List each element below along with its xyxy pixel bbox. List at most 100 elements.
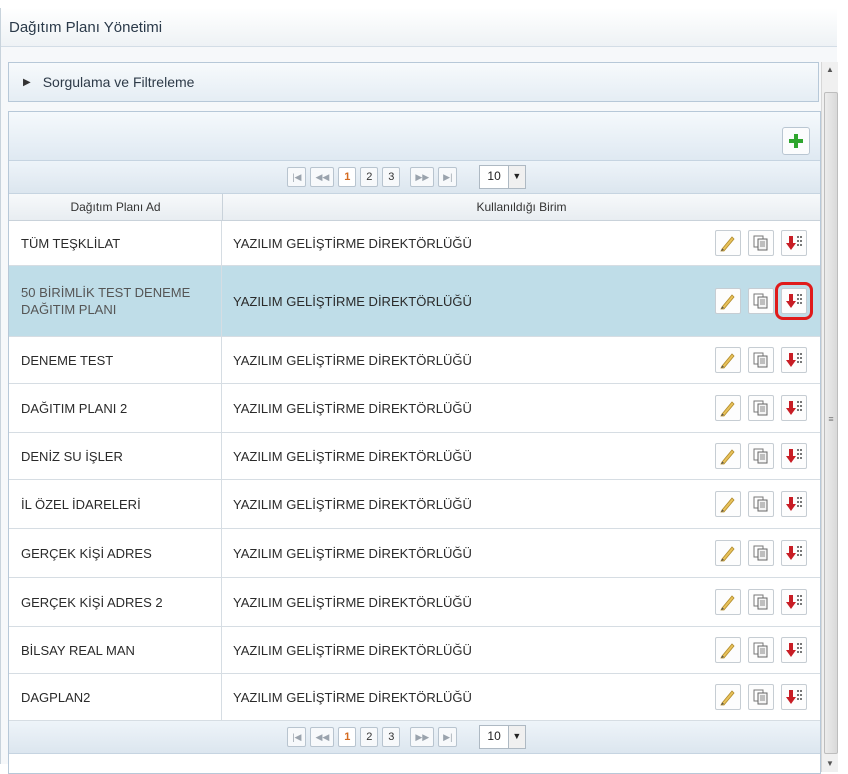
edit-button[interactable] — [715, 443, 741, 469]
table-row[interactable]: TÜM TEŞKLİLAT YAZILIM GELİŞTİRME DİREKTÖR… — [9, 221, 820, 266]
window-title: Dağıtım Planı Yönetimi — [1, 8, 837, 47]
page-size-select[interactable]: 10 ▼ — [479, 725, 526, 749]
sort-down-icon — [786, 546, 802, 560]
table-row[interactable]: DAGPLAN2 YAZILIM GELİŞTİRME DİREKTÖRLÜĞÜ — [9, 674, 820, 721]
row-unit-cell: YAZILIM GELİŞTİRME DİREKTÖRLÜĞÜ — [222, 674, 820, 720]
page-3-button[interactable]: 3 — [382, 167, 401, 187]
pencil-icon — [720, 449, 735, 465]
copy-icon — [753, 594, 768, 610]
scroll-down-icon[interactable]: ▼ — [822, 756, 838, 772]
copy-icon — [753, 293, 768, 309]
first-page-button[interactable]: |◀ — [287, 167, 307, 187]
copy-button[interactable] — [748, 395, 774, 421]
last-page-button[interactable]: ▶| — [438, 167, 458, 187]
prev-page-button[interactable]: ◀◀ — [310, 167, 335, 187]
dropdown-arrow-icon[interactable]: ▼ — [507, 726, 525, 748]
row-unit-name: YAZILIM GELİŞTİRME DİREKTÖRLÜĞÜ — [233, 642, 472, 658]
table-row[interactable]: 50 BİRİMLİK TEST DENEME DAĞITIM PLANI YAZ… — [9, 266, 820, 337]
scroll-thumb[interactable]: ≡ — [824, 92, 838, 754]
row-plan-name: 50 BİRİMLİK TEST DENEME DAĞITIM PLANI — [9, 266, 222, 336]
edit-button[interactable] — [715, 684, 741, 710]
next-page-button[interactable]: ▶▶ — [410, 167, 435, 187]
edit-button[interactable] — [715, 288, 741, 314]
row-plan-name: DAĞITIM PLANI 2 — [9, 384, 222, 432]
row-unit-cell: YAZILIM GELİŞTİRME DİREKTÖRLÜĞÜ — [222, 529, 820, 577]
pencil-icon — [720, 353, 735, 369]
copy-button[interactable] — [748, 540, 774, 566]
prev-page-button[interactable]: ◀◀ — [310, 727, 335, 747]
vertical-scrollbar[interactable]: ▲ ≡ ▼ — [821, 62, 838, 772]
order-units-button[interactable] — [781, 684, 807, 710]
copy-button[interactable] — [748, 637, 774, 663]
order-units-button[interactable] — [781, 347, 807, 373]
column-header-unit[interactable]: Kullanıldığı Birim — [223, 194, 820, 220]
row-actions — [715, 443, 820, 469]
last-page-button[interactable]: ▶| — [438, 727, 458, 747]
row-unit-name: YAZILIM GELİŞTİRME DİREKTÖRLÜĞÜ — [233, 689, 472, 705]
copy-button[interactable] — [748, 230, 774, 256]
edit-button[interactable] — [715, 540, 741, 566]
row-plan-name: DENİZ SU İŞLER — [9, 433, 222, 479]
order-units-button[interactable] — [781, 443, 807, 469]
edit-button[interactable] — [715, 637, 741, 663]
copy-button[interactable] — [748, 589, 774, 615]
edit-button[interactable] — [715, 589, 741, 615]
row-plan-name: TÜM TEŞKLİLAT — [9, 221, 222, 265]
copy-icon — [753, 448, 768, 464]
row-unit-cell: YAZILIM GELİŞTİRME DİREKTÖRLÜĞÜ — [222, 337, 820, 383]
page-size-value: 10 — [487, 729, 501, 743]
sort-down-icon — [786, 690, 802, 704]
expand-triangle-icon[interactable]: ▶ — [23, 77, 31, 88]
table-row[interactable]: İL ÖZEL İDARELERİ YAZILIM GELİŞTİRME DİRE… — [9, 480, 820, 529]
edit-button[interactable] — [715, 491, 741, 517]
copy-button[interactable] — [748, 347, 774, 373]
next-page-button[interactable]: ▶▶ — [410, 727, 435, 747]
edit-button[interactable] — [715, 395, 741, 421]
row-actions — [715, 347, 820, 373]
page-size-select[interactable]: 10 ▼ — [479, 165, 526, 189]
order-units-button[interactable] — [781, 395, 807, 421]
page-1-button[interactable]: 1 — [338, 167, 357, 187]
dropdown-arrow-icon[interactable]: ▼ — [507, 166, 525, 188]
order-units-button[interactable] — [781, 589, 807, 615]
table-row[interactable]: GERÇEK KİŞİ ADRES YAZILIM GELİŞTİRME DİRE… — [9, 529, 820, 578]
sort-down-icon — [786, 294, 802, 308]
table-row[interactable]: DENİZ SU İŞLER YAZILIM GELİŞTİRME DİREKTÖ… — [9, 433, 820, 480]
add-button[interactable] — [782, 127, 810, 155]
row-unit-name: YAZILIM GELİŞTİRME DİREKTÖRLÜĞÜ — [233, 594, 472, 610]
order-units-button[interactable] — [781, 637, 807, 663]
table-header: Dağıtım Planı Ad Kullanıldığı Birim — [9, 194, 820, 221]
bottom-pager: |◀ ◀◀ 1 2 3 ▶▶ ▶| 10 ▼ — [9, 721, 820, 754]
table-row[interactable]: GERÇEK KİŞİ ADRES 2 YAZILIM GELİŞTİRME Dİ… — [9, 578, 820, 627]
edit-button[interactable] — [715, 347, 741, 373]
table-body: TÜM TEŞKLİLAT YAZILIM GELİŞTİRME DİREKTÖR… — [9, 221, 820, 721]
grid-toolbar — [9, 112, 820, 161]
scroll-up-icon[interactable]: ▲ — [822, 62, 838, 78]
column-header-name[interactable]: Dağıtım Planı Ad — [9, 194, 223, 220]
copy-button[interactable] — [748, 443, 774, 469]
row-unit-cell: YAZILIM GELİŞTİRME DİREKTÖRLÜĞÜ — [222, 480, 820, 528]
filter-panel-header[interactable]: ▶ Sorgulama ve Filtreleme — [8, 62, 819, 102]
copy-button[interactable] — [748, 491, 774, 517]
copy-button[interactable] — [748, 684, 774, 710]
sort-down-icon — [786, 643, 802, 657]
table-row[interactable]: BİLSAY REAL MAN YAZILIM GELİŞTİRME DİREKT… — [9, 627, 820, 674]
order-units-button[interactable] — [775, 282, 813, 320]
top-pager: |◀ ◀◀ 1 2 3 ▶▶ ▶| 10 ▼ — [9, 161, 820, 194]
order-units-button[interactable] — [781, 230, 807, 256]
pencil-icon — [720, 690, 735, 706]
table-row[interactable]: DAĞITIM PLANI 2 YAZILIM GELİŞTİRME DİREKT… — [9, 384, 820, 433]
table-row[interactable]: DENEME TEST YAZILIM GELİŞTİRME DİREKTÖRLÜ… — [9, 337, 820, 384]
pencil-icon — [720, 294, 735, 310]
edit-button[interactable] — [715, 230, 741, 256]
page-3-button[interactable]: 3 — [382, 727, 401, 747]
order-units-button[interactable] — [781, 540, 807, 566]
row-unit-name: YAZILIM GELİŞTİRME DİREKTÖRLÜĞÜ — [233, 293, 472, 309]
page-1-button[interactable]: 1 — [338, 727, 357, 747]
first-page-button[interactable]: |◀ — [287, 727, 307, 747]
order-units-button[interactable] — [781, 491, 807, 517]
copy-button[interactable] — [748, 288, 774, 314]
page-2-button[interactable]: 2 — [360, 167, 379, 187]
page-2-button[interactable]: 2 — [360, 727, 379, 747]
page-size-value: 10 — [487, 169, 501, 183]
